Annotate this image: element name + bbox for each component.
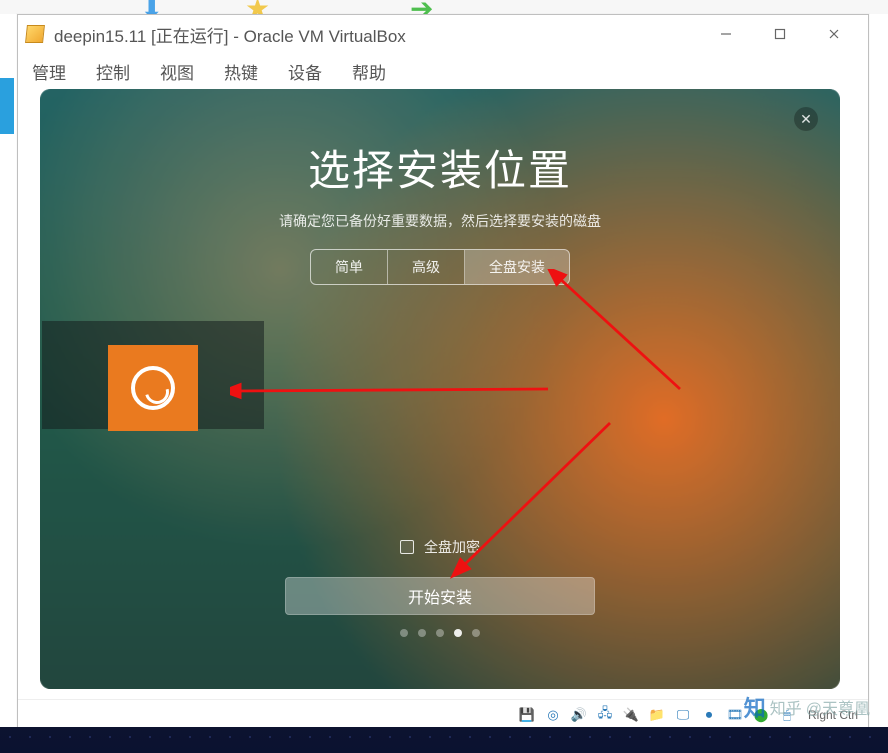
- installer-close-button[interactable]: ✕: [794, 107, 818, 131]
- status-video-icon[interactable]: 🎞: [724, 704, 746, 726]
- zhihu-logo-icon: 知: [744, 691, 766, 723]
- menu-manage[interactable]: 管理: [32, 59, 66, 84]
- menubar: 管理 控制 视图 热键 设备 帮助: [18, 53, 868, 89]
- menu-hotkeys[interactable]: 热键: [224, 59, 258, 84]
- window-title: deepin15.11 [正在运行] - Oracle VM VirtualBo…: [54, 22, 712, 47]
- step-dot-2: [418, 629, 426, 637]
- tab-advanced[interactable]: 高级: [388, 250, 465, 284]
- titlebar: deepin15.11 [正在运行] - Oracle VM VirtualBo…: [18, 15, 868, 53]
- virtualbox-window: deepin15.11 [正在运行] - Oracle VM VirtualBo…: [17, 14, 869, 730]
- close-button[interactable]: [820, 20, 848, 48]
- deepin-swirl-icon: [131, 366, 175, 410]
- installer-subtitle: 请确定您已备份好重要数据，然后选择要安装的磁盘: [40, 211, 840, 231]
- menu-control[interactable]: 控制: [96, 59, 130, 84]
- menu-view[interactable]: 视图: [160, 59, 194, 84]
- status-audio-icon[interactable]: 🔊: [568, 704, 590, 726]
- blue-sidebar-fragment: [0, 78, 14, 134]
- status-display-icon[interactable]: 🖵: [672, 704, 694, 726]
- step-dot-4: [454, 629, 462, 637]
- status-record-icon[interactable]: ⏺: [698, 704, 720, 726]
- vbox-statusbar: 💾 ◎ 🔊 🖧 🔌 📁 🖵 ⏺ 🎞 ⬤ 🖱 Right Ctrl: [18, 699, 868, 729]
- zhihu-user-label: @天尊凰: [806, 695, 870, 719]
- status-hdd-icon[interactable]: 💾: [516, 704, 538, 726]
- install-mode-segmented: 简单 高级 全盘安装: [310, 249, 570, 285]
- step-dot-3: [436, 629, 444, 637]
- status-disc-icon[interactable]: ◎: [542, 704, 564, 726]
- fulldisk-encrypt-row: 全盘加密: [400, 537, 480, 557]
- status-shared-folder-icon[interactable]: 📁: [646, 704, 668, 726]
- tab-simple[interactable]: 简单: [311, 250, 388, 284]
- fulldisk-encrypt-checkbox[interactable]: [400, 540, 414, 554]
- deepin-logo-tile: [108, 345, 198, 431]
- menu-help[interactable]: 帮助: [352, 59, 386, 84]
- disk-target-card[interactable]: [42, 321, 264, 429]
- zhihu-site-label: 知乎: [770, 695, 802, 719]
- minimize-button[interactable]: [712, 20, 740, 48]
- fulldisk-encrypt-label: 全盘加密: [424, 537, 480, 557]
- start-install-button[interactable]: 开始安装: [285, 577, 595, 615]
- window-controls: [712, 20, 862, 48]
- tab-fulldisk[interactable]: 全盘安装: [465, 250, 569, 284]
- page-footer-strip: [0, 727, 888, 753]
- backdrop-toolbar: ⬇ ★ ➔: [0, 0, 888, 14]
- menu-devices[interactable]: 设备: [288, 59, 322, 84]
- step-dot-1: [400, 629, 408, 637]
- installer-title: 选择安装位置: [40, 137, 840, 198]
- status-network-icon[interactable]: 🖧: [594, 704, 616, 726]
- installer-panel: ✕ 选择安装位置 请确定您已备份好重要数据，然后选择要安装的磁盘 简单 高级 全…: [40, 89, 840, 689]
- step-pager: [400, 629, 480, 637]
- step-dot-5: [472, 629, 480, 637]
- maximize-button[interactable]: [766, 20, 794, 48]
- app-icon: [25, 25, 45, 43]
- status-usb-icon[interactable]: 🔌: [620, 704, 642, 726]
- guest-display-area: ✕ 选择安装位置 请确定您已备份好重要数据，然后选择要安装的磁盘 简单 高级 全…: [18, 89, 868, 729]
- zhihu-watermark: 知 知乎 @天尊凰: [744, 691, 870, 723]
